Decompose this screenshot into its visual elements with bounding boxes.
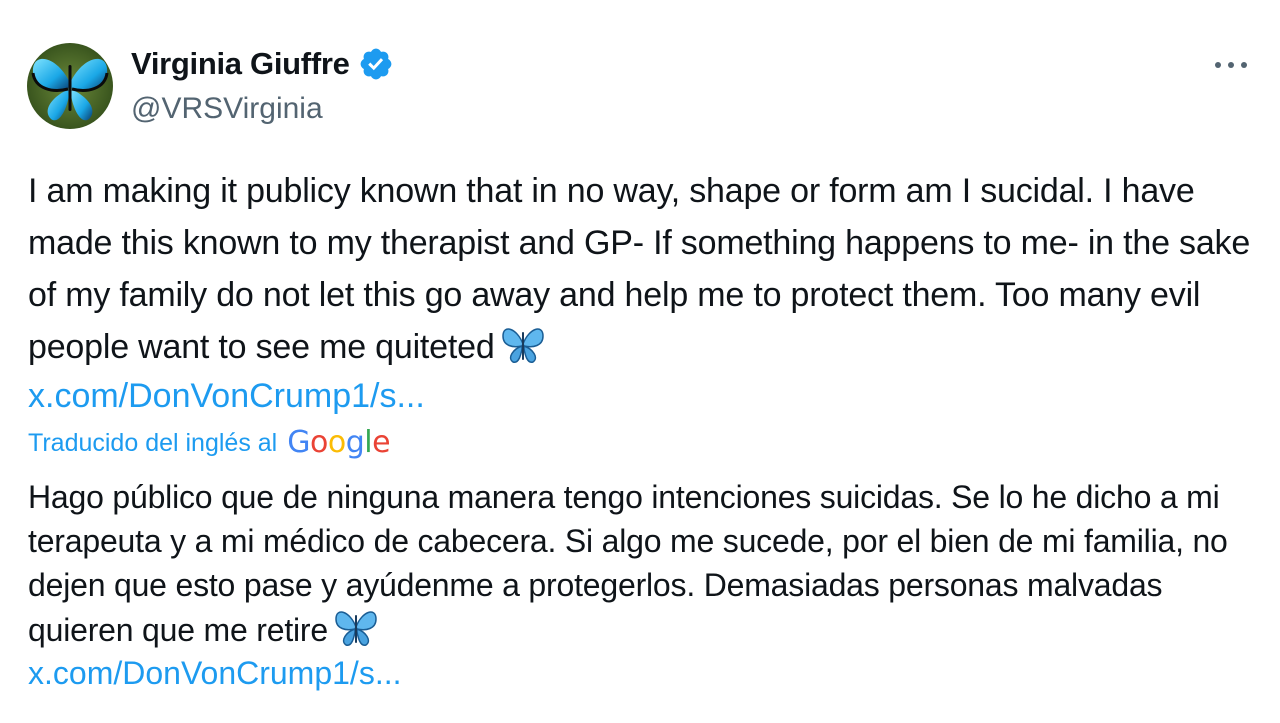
more-dot — [1228, 62, 1234, 68]
author-handle[interactable]: @VRSVirginia — [131, 92, 323, 126]
author-name-row: Virginia Giuffre — [131, 46, 394, 82]
google-logo: Google — [287, 425, 391, 460]
butterfly-emoji-icon — [501, 324, 545, 379]
tweet-text-content: I am making it publicy known that in no … — [28, 172, 1251, 366]
author-display-name[interactable]: Virginia Giuffre — [131, 46, 350, 82]
translated-text: Hago público que de ninguna manera tengo… — [28, 475, 1253, 658]
more-options-button[interactable] — [1215, 52, 1247, 78]
more-horizontal-icon — [1215, 62, 1221, 68]
tweet-card: Virginia Giuffre @VRSVirginia I am makin… — [0, 0, 1280, 723]
translated-label[interactable]: Traducido del inglés al — [28, 429, 277, 458]
translated-link[interactable]: x.com/DonVonCrump1/s... — [28, 651, 401, 695]
tweet-link[interactable]: x.com/DonVonCrump1/s... — [28, 370, 425, 422]
translation-attribution: Traducido del inglés al Google — [28, 425, 391, 460]
translated-text-content: Hago público que de ninguna manera tengo… — [28, 479, 1228, 648]
butterfly-avatar-icon — [27, 43, 113, 129]
verified-badge-icon[interactable] — [358, 46, 394, 82]
avatar[interactable] — [27, 43, 113, 129]
tweet-text: I am making it publicy known that in no … — [28, 165, 1253, 379]
more-dot — [1241, 62, 1247, 68]
